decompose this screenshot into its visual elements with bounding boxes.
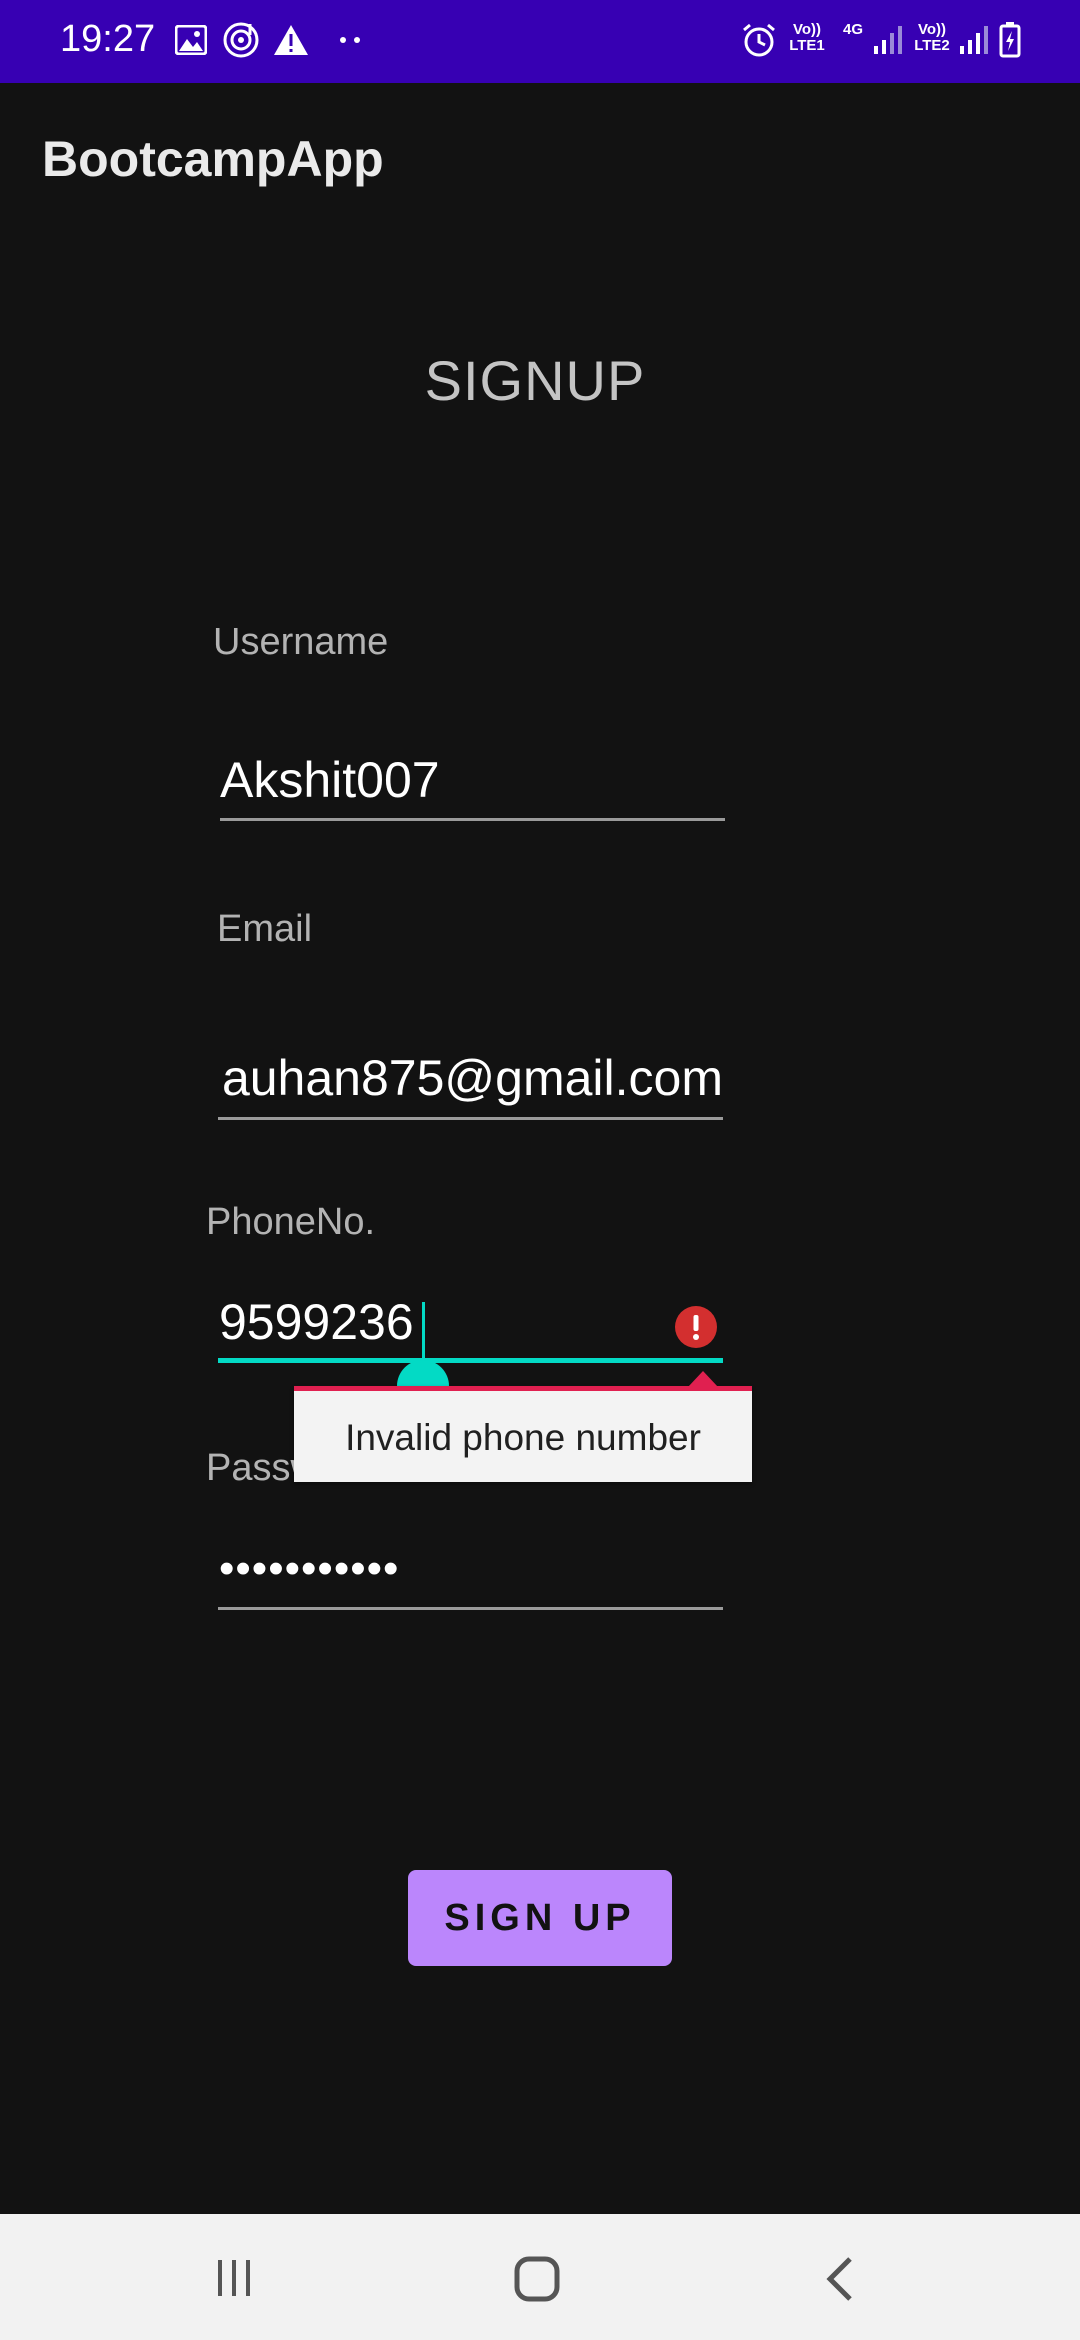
network1-label: Vo)) LTE1 — [789, 21, 825, 54]
error-popup: Invalid phone number — [294, 1386, 752, 1482]
error-popup-pointer — [688, 1371, 718, 1387]
music-icon — [222, 20, 260, 60]
navigation-bar — [0, 2214, 1080, 2340]
signal-icon — [958, 20, 990, 60]
username-label: Username — [213, 621, 389, 663]
email-label: Email — [217, 908, 313, 950]
network2-label: Vo)) LTE2 — [914, 21, 950, 54]
warning-icon — [272, 20, 310, 60]
signup-button[interactable]: SIGN UP — [408, 1870, 672, 1966]
error-icon — [675, 1306, 717, 1348]
email-input-container — [218, 1046, 723, 1116]
alarm-icon — [740, 20, 778, 60]
error-message: Invalid phone number — [345, 1417, 701, 1458]
battery-charging-icon — [996, 20, 1024, 60]
password-label: Password — [206, 1447, 294, 1489]
password-input[interactable] — [219, 1537, 719, 1601]
phone-label: PhoneNo. — [206, 1201, 376, 1243]
password-underline — [218, 1607, 723, 1610]
status-bar: 19:27 Vo)) LTE1 4G Vo)) LTE2 — [0, 0, 1080, 83]
phone-input[interactable] — [219, 1292, 659, 1352]
more-dots-icon — [336, 20, 366, 60]
status-time: 19:27 — [60, 18, 156, 60]
email-input[interactable] — [218, 1046, 723, 1110]
recent-apps-icon[interactable] — [214, 2258, 254, 2298]
back-icon[interactable] — [824, 2256, 856, 2302]
home-icon[interactable] — [514, 2256, 560, 2302]
gallery-icon — [174, 20, 208, 60]
email-underline — [218, 1117, 723, 1120]
app-title: BootcampApp — [42, 131, 384, 187]
phone-underline — [218, 1358, 723, 1363]
signal-icon — [872, 20, 904, 60]
text-cursor — [422, 1302, 425, 1358]
username-input[interactable] — [220, 748, 720, 812]
username-underline — [220, 818, 725, 821]
error-popup-border — [294, 1386, 752, 1391]
network-type-label: 4G — [842, 21, 863, 38]
page-title: SIGNUP — [424, 349, 646, 412]
